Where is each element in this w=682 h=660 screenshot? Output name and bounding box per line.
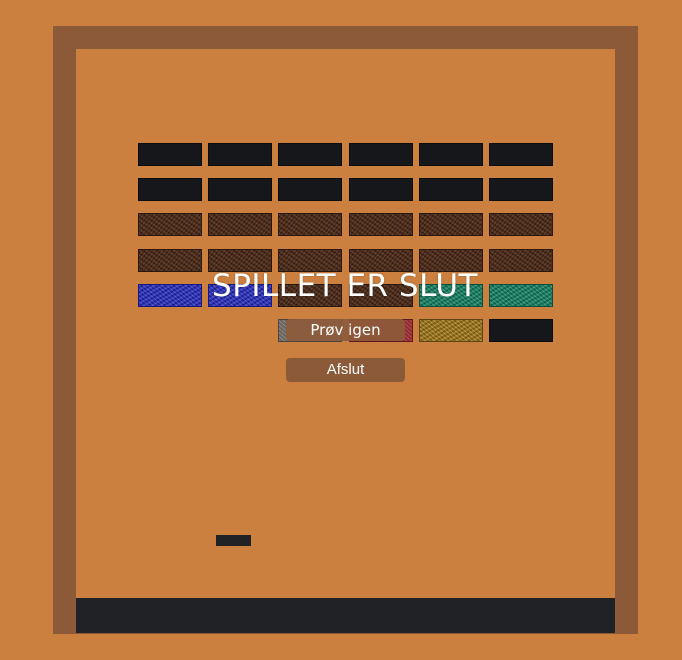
brick-brown (278, 213, 342, 236)
brick-black (349, 178, 413, 201)
brick-gold (419, 319, 483, 342)
brick-brown (349, 213, 413, 236)
brick-black (489, 143, 553, 166)
brick-black (138, 143, 202, 166)
brick-black (489, 178, 553, 201)
brick-black (489, 319, 553, 342)
brick-black (419, 178, 483, 201)
brick-black (278, 178, 342, 201)
bottom-bar (76, 598, 615, 633)
brick-black (278, 143, 342, 166)
retry-button[interactable]: Prøv igen (286, 319, 405, 341)
paddle (216, 535, 251, 546)
brick-brown (138, 213, 202, 236)
brick-brown (419, 213, 483, 236)
brick-black (138, 178, 202, 201)
game-over-title: SPILLET ER SLUT (212, 268, 478, 304)
quit-button[interactable]: Afslut (286, 358, 405, 382)
brick-black (349, 143, 413, 166)
brick-black (208, 178, 272, 201)
brick-brown (208, 213, 272, 236)
brick-brown (489, 213, 553, 236)
brick-black (208, 143, 272, 166)
brick-black (419, 143, 483, 166)
